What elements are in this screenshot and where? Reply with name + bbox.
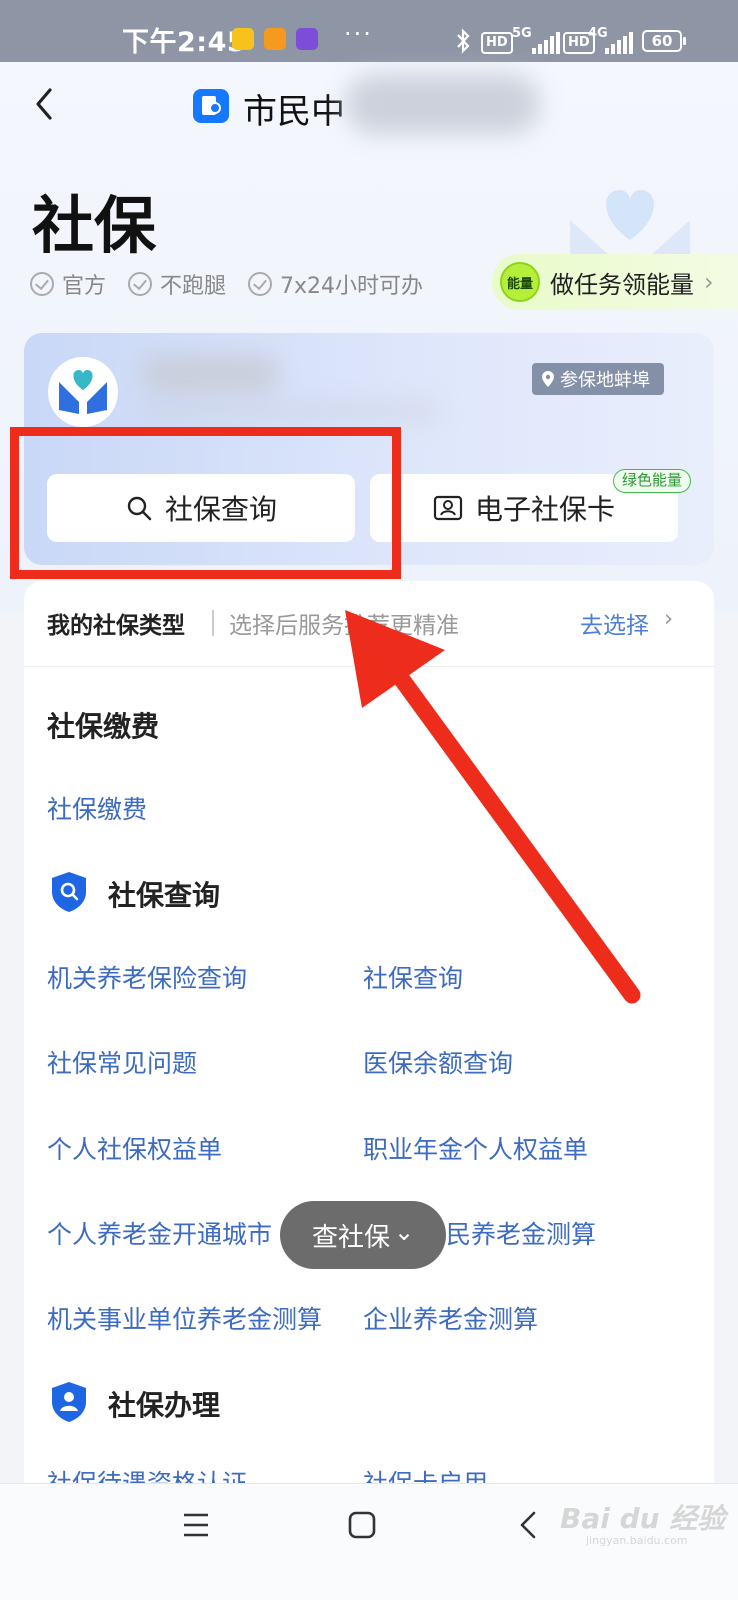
notification-app-icon [264,28,286,50]
blurred-user-info [140,400,440,422]
status-more-dots: ··· [344,20,373,48]
blurred-title-region [345,74,540,134]
divider [212,610,214,636]
insurance-type-label: 我的社保类型 [47,613,185,639]
check-circle-icon [248,272,273,296]
highlight-box [10,427,401,579]
service-link[interactable]: 社保缴费 [47,790,147,826]
feature-tag: 官方 [30,268,106,300]
watermark-url: jingyan.baidu.com [586,1534,688,1547]
divider [24,666,714,667]
feature-tag: 不跑腿 [128,268,226,300]
service-link[interactable]: 企业养老金测算 [363,1300,538,1336]
service-link[interactable]: 社保待遇资格认证 [47,1466,247,1484]
nav-back-icon[interactable] [510,1505,550,1545]
location-pin-icon [542,371,554,387]
feature-tags: 官方 不跑腿 7x24小时可办 [30,268,423,300]
chevron-down-icon: ⌄ [393,1218,415,1246]
service-link[interactable]: 社保卡启用 [363,1466,488,1484]
watermark-logo: Bai du 经验 [560,1502,726,1535]
service-link[interactable]: 社保查询 [363,959,463,995]
energy-task-button[interactable]: 能量 做任务领能量 › [492,254,738,310]
energy-badge: 能量 [500,262,540,302]
app-title: 市民中 [243,92,345,132]
service-link[interactable]: 机关事业单位养老金测算 [47,1300,322,1336]
notification-app-icon [232,28,254,50]
insured-location-badge[interactable]: 参保地蚌埠 [532,363,664,395]
status-time: 下午2:45 [122,27,247,58]
choose-type-link[interactable]: 去选择 [580,606,649,640]
menu-icon[interactable] [176,1505,216,1545]
feature-tag: 7x24小时可办 [248,268,423,300]
service-link[interactable]: 机关养老保险查询 [47,959,247,995]
section-title-payment: 社保缴费 [47,710,160,743]
signal-icon [532,32,560,54]
chevron-right-icon: › [704,268,714,296]
location-label: 参保地蚌埠 [560,370,650,391]
shield-user-icon [52,1382,86,1422]
chevron-right-icon: › [664,606,674,632]
home-icon[interactable] [342,1505,382,1545]
service-link[interactable]: 个人社保权益单 [47,1130,222,1166]
service-link[interactable]: 医保余额查询 [363,1044,513,1080]
section-title-query: 社保查询 [108,879,221,912]
feature-tag-label: 7x24小时可办 [280,274,424,299]
service-link[interactable]: 社保常见问题 [47,1044,197,1080]
hd-badge: HD [481,32,513,54]
battery-icon: 60 [642,30,686,52]
card-button-label: 电子社保卡 [474,493,615,526]
check-circle-icon [128,272,153,296]
insurance-type-hint: 选择后服务推荐更精准 [229,613,459,639]
float-button-label: 查社保 [311,1222,390,1253]
service-link[interactable]: 职业年金个人权益单 [363,1130,588,1166]
chevron-left-icon[interactable] [26,82,70,126]
id-card-icon [433,495,463,521]
avatar [48,357,118,427]
notification-app-icon [296,28,318,50]
app-logo-icon [193,89,229,123]
shield-search-icon [52,872,86,912]
green-energy-badge: 绿色能量 [613,469,692,493]
blurred-user-name [140,355,280,393]
signal-icon [605,32,633,54]
feature-tag-label: 不跑腿 [160,274,227,299]
service-link[interactable]: 民养老金测算 [446,1215,596,1251]
service-link[interactable]: 个人养老金开通城市 [47,1215,272,1251]
check-circle-icon [30,272,54,296]
bluetooth-icon [457,28,470,54]
section-title-handle: 社保办理 [108,1389,221,1422]
check-social-security-float-button[interactable]: 查社保 ⌄ [280,1201,446,1269]
network-type-label: 5G [512,26,532,41]
heart-hands-icon [59,370,107,414]
energy-task-label: 做任务领能量 [550,270,694,299]
page-title: 社保 [32,189,157,262]
feature-tag-label: 官方 [62,274,107,299]
